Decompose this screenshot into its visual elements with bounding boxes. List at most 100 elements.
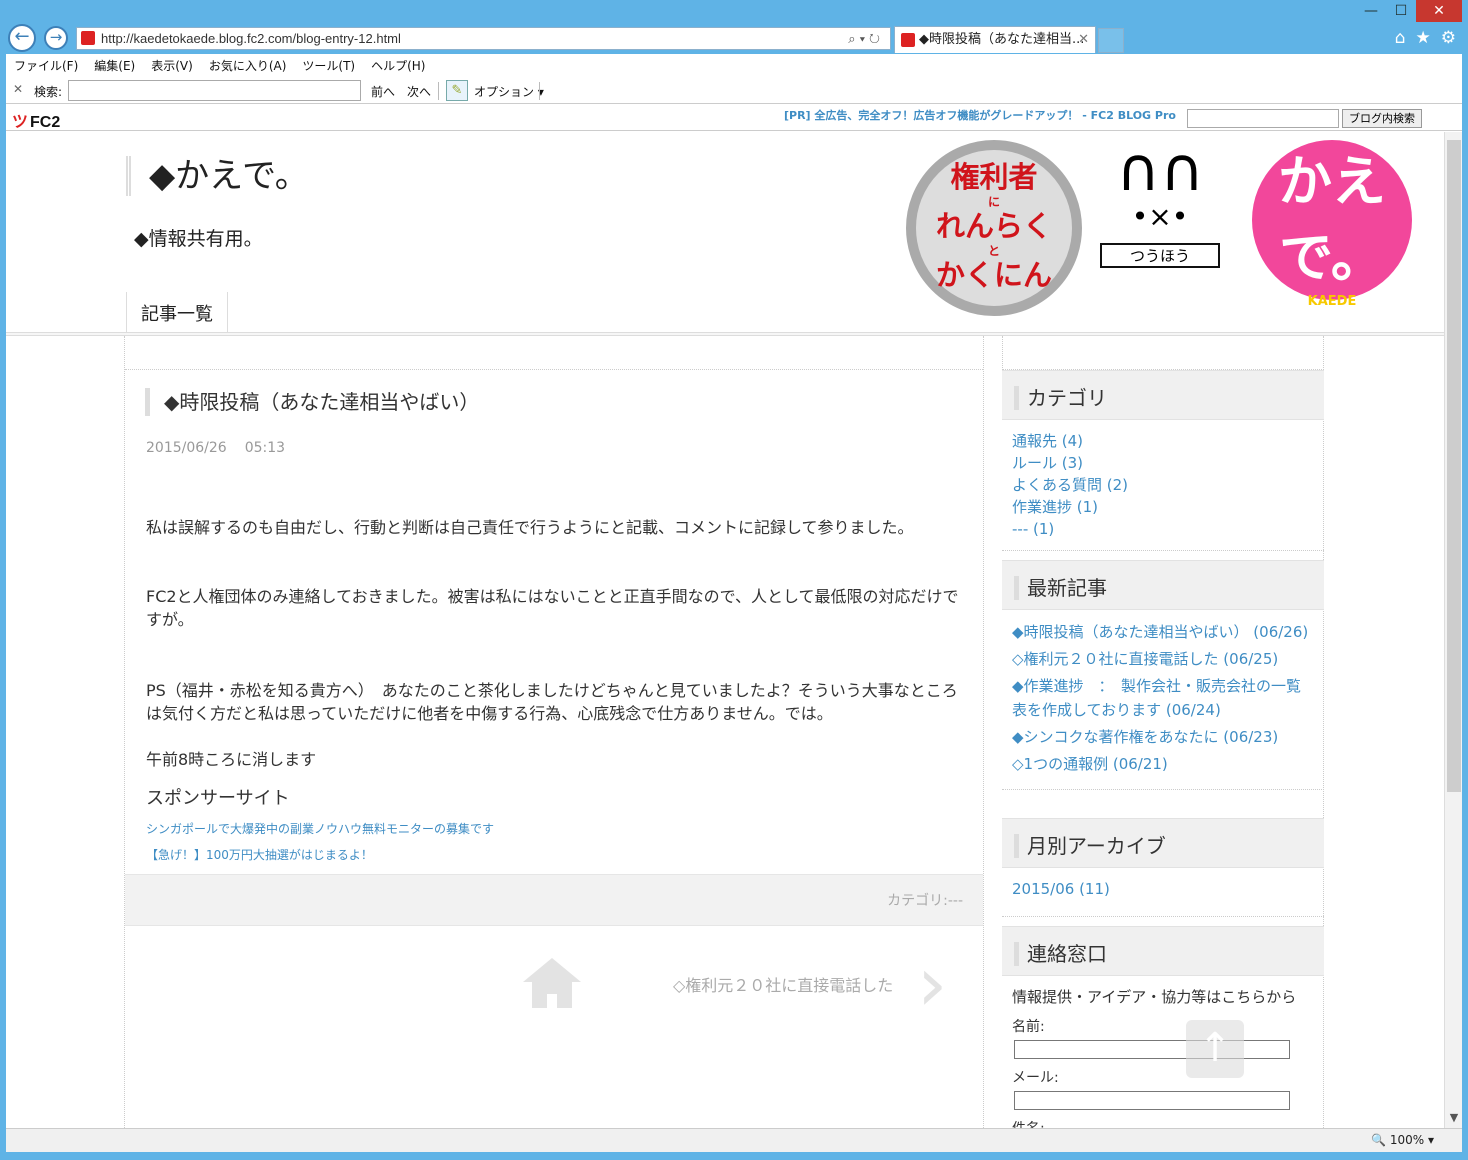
category-item[interactable]: --- (1) [1012,518,1314,540]
category-item[interactable]: 作業進捗 (1) [1012,496,1314,518]
menu-bar: ファイル(F) 編集(E) 表示(V) お気に入り(A) ツール(T) ヘルプ(… [6,54,1462,78]
sponsor-link[interactable]: 【急げ！】100万円大抽選がはじまるよ！ [146,846,373,863]
vertical-scrollbar[interactable]: ▼ [1444,132,1462,1128]
address-text: http://kaedetokaede.blog.fc2.com/blog-en… [101,31,401,46]
close-find-icon[interactable]: ✕ [13,82,23,96]
post-pager: ◇権利元２０社に直接電話した › [125,926,983,1128]
post-title[interactable]: ◆時限投稿（あなた達相当やばい） [145,388,479,416]
find-prev-button[interactable]: 前へ [371,83,395,100]
blog-search-button[interactable]: ブログ内検索 [1342,109,1422,128]
sponsor-link[interactable]: シンガポールで大爆発中の副業ノウハウ無料モニターの募集です [146,820,494,837]
contact-intro: 情報提供・アイデア・協力等はこちらから [1012,988,1297,1006]
contact-heading: 連絡窓口 [1002,926,1324,976]
tab-title: ◆時限投稿（あなた達相当... [919,32,1085,47]
forward-button[interactable]: → [44,26,68,50]
bunny-ears-icon: ∩∩ [1116,135,1204,205]
chevron-right-icon[interactable]: › [917,946,947,1022]
favorites-star-icon[interactable]: ★ [1416,28,1431,48]
menu-file[interactable]: ファイル(F) [14,54,78,78]
scroll-down-icon[interactable]: ▼ [1445,1111,1462,1124]
sponsor-heading: スポンサーサイト [146,788,290,809]
post-paragraph: FC2と人権団体のみ連絡しておきました。被害は私にはないことと正直手間なので、人… [146,587,959,629]
main-column: ◆時限投稿（あなた達相当やばい） 2015/06/26 05:13 私は誤解するの… [124,336,984,1128]
close-window-button[interactable]: ✕ [1416,0,1462,22]
pr-link[interactable]: [PR] 全広告、完全オフ！広告オフ機能がグレードアップ！ - FC2 BLOG… [784,107,1176,123]
nav-entry-list[interactable]: 記事一覧 [126,292,228,332]
menu-favorites[interactable]: お気に入り(A) [209,54,287,78]
name-field[interactable] [1014,1040,1290,1059]
menu-view[interactable]: 表示(V) [151,54,193,78]
category-heading: カテゴリ [1002,370,1324,420]
contact-plugin: 連絡窓口 情報提供・アイデア・協力等はこちらから 名前: メール: 件名: [1002,926,1324,1128]
divider [438,82,439,100]
recent-entry-item[interactable]: ◇1つの通報例 (06/21) [1012,752,1314,776]
refresh-icon[interactable]: ↻ [869,31,884,46]
contact-form: 情報提供・アイデア・協力等はこちらから 名前: メール: 件名: [1002,976,1324,1128]
menu-tools[interactable]: ツール(T) [302,54,355,78]
blog-search-input[interactable] [1187,109,1339,128]
recent-entry-item[interactable]: ◆シンコクな著作権をあなたに (06/23) [1012,725,1314,749]
post-paragraph: 私は誤解するのも自由だし、行動と判断は自己責任で行うようにと記載、コメントに記録… [146,518,914,537]
category-item[interactable]: よくある質問 (2) [1012,474,1314,496]
fc2-logo[interactable]: ツ FC2 [12,108,60,132]
recent-entry-item[interactable]: ◇権利元２０社に直接電話した (06/25) [1012,647,1314,671]
menu-help[interactable]: ヘルプ(H) [371,54,425,78]
post-category-link[interactable]: カテゴリ:--- [887,890,963,910]
scrollbar-thumb[interactable] [1447,140,1461,792]
recent-entries-list: ◆時限投稿（あなた達相当やばい） (06/26) ◇権利元２０社に直接電話した … [1002,610,1324,789]
new-tab-button[interactable] [1098,28,1124,53]
sidebar-top-spacer [1002,336,1324,370]
bunny-report-image: ∩∩ •×• つうほう [1100,140,1220,316]
tab-favicon-icon [901,33,915,47]
status-bar: 🔍 100% ▾ [6,1128,1462,1152]
archive-plugin: 月別アーカイブ 2015/06 (11) [1002,818,1324,917]
kaede-logo-image: かえで。 KAEDE [1252,140,1412,308]
site-favicon-icon [81,31,95,45]
zoom-control[interactable]: 🔍 100% ▾ [1371,1133,1434,1147]
archive-heading: 月別アーカイブ [1002,818,1324,868]
category-item[interactable]: ルール (3) [1012,452,1314,474]
find-label: 検索: [34,85,63,99]
browser-right-icons: ⌂ ★ ⚙ [1395,28,1456,48]
post-paragraph: PS（福井・赤松を知る貴方へ） あなたのこと茶化しましたけどちゃんと見ていました… [146,681,958,723]
category-list: 通報先 (4) ルール (3) よくある質問 (2) 作業進捗 (1) --- … [1002,420,1324,550]
post-category-footer: カテゴリ:--- [125,874,983,926]
post-date: 2015/06/26 05:13 [146,440,286,456]
category-item[interactable]: 通報先 (4) [1012,430,1314,452]
home-icon[interactable]: ⌂ [1395,28,1406,48]
site-title[interactable]: ◆かえで。 [126,156,309,196]
find-input[interactable] [68,80,361,101]
search-icon[interactable]: ⌕ [848,31,859,46]
recent-entry-item[interactable]: ◆時限投稿（あなた達相当やばい） (06/26) [1012,620,1314,644]
find-bar: ✕ 検索: 前へ 次へ ✎ オプション ▾ [6,78,1462,104]
zoom-icon: 🔍 [1371,1133,1387,1147]
back-button[interactable]: ← [8,24,36,52]
window-controls: — ☐ ✕ [1356,0,1462,26]
find-next-button[interactable]: 次へ [407,83,431,100]
gear-icon[interactable]: ⚙ [1441,28,1456,48]
next-entry-link[interactable]: ◇権利元２０社に直接電話した [673,972,893,996]
highlight-pen-icon[interactable]: ✎ [446,80,468,101]
maximize-button[interactable]: ☐ [1386,0,1416,22]
find-options-button[interactable]: オプション ▾ [474,83,544,100]
page-top-arrow-icon[interactable]: ↑ [1186,1020,1244,1078]
page-viewport: ツ FC2 [PR] 全広告、完全オフ！広告オフ機能がグレードアップ！ - FC2… [6,104,1462,1128]
home-icon[interactable] [523,958,581,1008]
navigation-bar: ← → http://kaedetokaede.blog.fc2.com/blo… [6,24,1462,54]
dropdown-icon[interactable]: ▾ [860,31,869,46]
recent-entries-plugin: 最新記事 ◆時限投稿（あなた達相当やばい） (06/26) ◇権利元２０社に直接… [1002,560,1324,790]
sidebar: カテゴリ 通報先 (4) ルール (3) よくある質問 (2) 作業進捗 (1)… [984,336,1324,1128]
browser-tab[interactable]: ◆時限投稿（あなた達相当... ✕ [894,26,1096,53]
minimize-button[interactable]: — [1356,0,1386,22]
category-plugin: カテゴリ 通報先 (4) ルール (3) よくある質問 (2) 作業進捗 (1)… [1002,370,1324,551]
close-tab-icon[interactable]: ✕ [1078,27,1089,52]
mail-field[interactable] [1014,1091,1290,1110]
recent-entry-item[interactable]: ◆作業進捗 ： 製作会社・販売会社の一覧表を作成しております (06/24) [1012,674,1314,722]
recent-entries-heading: 最新記事 [1002,560,1324,610]
menu-edit[interactable]: 編集(E) [94,54,135,78]
site-description: ◆情報共有用。 [134,228,263,250]
address-tools[interactable]: ⌕▾↻ [848,28,884,49]
divider [539,82,540,100]
address-bar[interactable]: http://kaedetokaede.blog.fc2.com/blog-en… [76,27,891,50]
archive-item[interactable]: 2015/06 (11) [1012,878,1314,900]
